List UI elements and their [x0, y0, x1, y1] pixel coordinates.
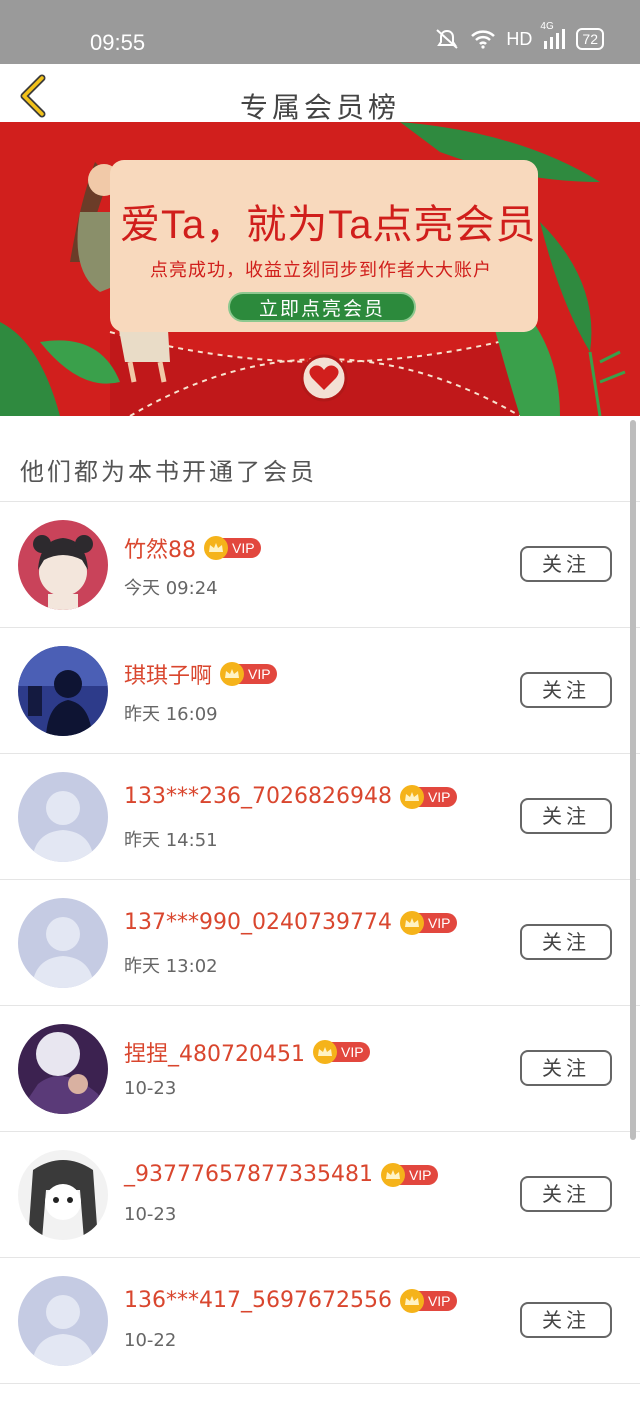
follow-button[interactable]: 关注 [520, 672, 612, 708]
member-time: 10-23 [124, 1204, 177, 1225]
member-row[interactable]: 136***417_5697672556 VIP 10-22 关注 [0, 1258, 640, 1384]
signal-icon: 4G [540, 21, 566, 49]
signal-type: 4G [540, 21, 554, 32]
member-name-row: 133***236_7026826948 VIP [124, 784, 457, 809]
crown-icon [399, 910, 424, 935]
silhouette-photo-avatar[interactable] [18, 646, 108, 736]
vip-badge: VIP [399, 910, 457, 935]
member-name[interactable]: 133***236_7026826948 [124, 784, 392, 809]
follow-button[interactable]: 关注 [520, 1302, 612, 1338]
promo-banner[interactable]: 爱Ta，就为Ta点亮会员 点亮成功，收益立刻同步到作者大大账户 立即点亮会员 [0, 122, 640, 416]
member-name-row: _93777657877335481 VIP [124, 1162, 438, 1187]
follow-button[interactable]: 关注 [520, 924, 612, 960]
vip-badge: VIP [399, 784, 457, 809]
page-title: 专属会员榜 [239, 91, 400, 124]
vip-badge: VIP [220, 662, 277, 686]
follow-button[interactable]: 关注 [520, 1176, 612, 1212]
member-time: 昨天 13:02 [124, 956, 218, 977]
member-name-row: 竹然88 VIP [124, 532, 261, 564]
status-bar: 09:55 HD 4G 72 [0, 0, 640, 64]
member-name[interactable]: _93777657877335481 [124, 1162, 373, 1187]
follow-button[interactable]: 关注 [520, 798, 612, 834]
vip-badge: VIP [204, 536, 261, 560]
section-title: 他们都为本书开通了会员 [20, 458, 317, 486]
default-avatar[interactable] [18, 898, 108, 988]
member-time: 今天 09:24 [124, 578, 218, 599]
battery-indicator: 72 [576, 28, 604, 50]
anime-girl-avatar[interactable] [18, 520, 108, 610]
follow-button[interactable]: 关注 [520, 546, 612, 582]
member-name[interactable]: 捏捏_480720451 [124, 1036, 305, 1068]
crown-icon [399, 784, 424, 809]
crown-icon [380, 1162, 405, 1187]
status-icons: HD 4G 72 [434, 21, 604, 50]
member-name-row: 捏捏_480720451 VIP [124, 1036, 370, 1068]
photo-avatar[interactable] [18, 1024, 108, 1114]
network-type: HD [506, 28, 533, 49]
wifi-icon [470, 29, 496, 49]
divider [0, 1383, 640, 1384]
member-name[interactable]: 136***417_5697672556 [124, 1288, 392, 1313]
member-name-row: 琪琪子啊 VIP [124, 658, 277, 690]
member-row[interactable]: _93777657877335481 VIP 10-23 关注 [0, 1132, 640, 1258]
light-up-vip-button[interactable]: 立即点亮会员 [228, 292, 416, 322]
crown-icon [220, 662, 245, 686]
member-row[interactable]: 133***236_7026826948 VIP 昨天 14:51 关注 [0, 754, 640, 880]
member-time: 昨天 16:09 [124, 704, 218, 725]
vip-badge: VIP [312, 1040, 370, 1064]
nav-bar: 专属会员榜 [0, 64, 640, 124]
banner-subtitle: 点亮成功，收益立刻同步到作者大大账户 [150, 260, 492, 281]
scrollbar[interactable] [630, 420, 636, 1140]
mute-bell-icon [434, 28, 460, 50]
member-time: 10-23 [124, 1078, 177, 1099]
default-avatar[interactable] [18, 772, 108, 862]
crown-icon [204, 536, 228, 560]
status-time: 09:55 [90, 30, 146, 55]
default-avatar[interactable] [18, 1276, 108, 1366]
banner-headline: 爱Ta，就为Ta点亮会员 [120, 203, 537, 247]
member-name-row: 136***417_5697672556 VIP [124, 1288, 457, 1313]
vip-badge: VIP [380, 1162, 438, 1187]
member-row[interactable]: 137***990_0240739774 VIP 昨天 13:02 关注 [0, 880, 640, 1006]
follow-button[interactable]: 关注 [520, 1050, 612, 1086]
manga-girl-avatar[interactable] [18, 1150, 108, 1240]
member-row[interactable]: 捏捏_480720451 VIP 10-23 关注 [0, 1006, 640, 1132]
member-name[interactable]: 竹然88 [124, 532, 196, 564]
member-name[interactable]: 137***990_0240739774 [124, 910, 392, 935]
member-name-row: 137***990_0240739774 VIP [124, 910, 457, 935]
vip-badge: VIP [399, 1288, 457, 1313]
member-name[interactable]: 琪琪子啊 [124, 658, 212, 690]
member-row[interactable]: 琪琪子啊 VIP 昨天 16:09 关注 [0, 628, 640, 754]
member-row[interactable]: 竹然88 VIP 今天 09:24 关注 [0, 502, 640, 628]
member-time: 10-22 [124, 1330, 177, 1351]
crown-icon [399, 1288, 424, 1313]
member-time: 昨天 14:51 [124, 830, 218, 851]
crown-icon [312, 1040, 337, 1064]
